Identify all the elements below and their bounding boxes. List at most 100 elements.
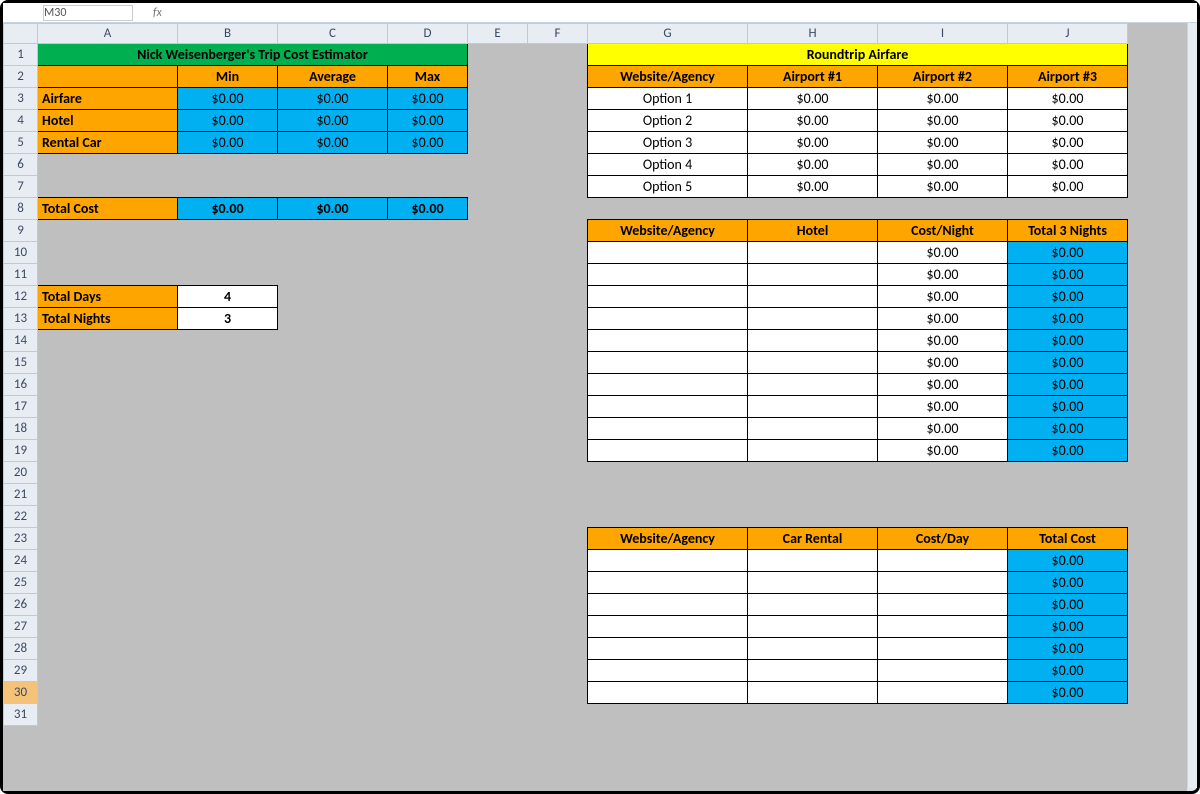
cell-I10[interactable]: $0.00 [878,242,1008,264]
cell-G17[interactable] [588,396,748,418]
cell-C21[interactable] [278,484,388,506]
cell-J31[interactable] [1008,704,1128,726]
cell-G16[interactable] [588,374,748,396]
cell-E31[interactable] [468,704,528,726]
cell-I16[interactable]: $0.00 [878,374,1008,396]
cell-F31[interactable] [528,704,588,726]
cell-A7[interactable] [38,176,178,198]
cell-G28[interactable] [588,638,748,660]
cell-I2[interactable]: Airport #2 [878,66,1008,88]
row-header-24[interactable]: 24 [4,550,38,572]
cell-J25[interactable]: $0.00 [1008,572,1128,594]
cell-B23[interactable] [178,528,278,550]
cell-A15[interactable] [38,352,178,374]
cell-A19[interactable] [38,440,178,462]
cell-H31[interactable] [748,704,878,726]
cell-H14[interactable] [748,330,878,352]
cell-D8[interactable]: $0.00 [388,198,468,220]
cell-C14[interactable] [278,330,388,352]
cell-A22[interactable] [38,506,178,528]
cell-D3[interactable]: $0.00 [388,88,468,110]
cell-D21[interactable] [388,484,468,506]
cell-F19[interactable] [528,440,588,462]
cell-C15[interactable] [278,352,388,374]
cell-H15[interactable] [748,352,878,374]
cell-G14[interactable] [588,330,748,352]
col-header-C[interactable]: C [278,24,388,44]
cell-G6[interactable]: Option 4 [588,154,748,176]
row-header-22[interactable]: 22 [4,506,38,528]
cell-H7[interactable]: $0.00 [748,176,878,198]
cell-F29[interactable] [528,660,588,682]
cell-C18[interactable] [278,418,388,440]
cell-I27[interactable] [878,616,1008,638]
cell-H29[interactable] [748,660,878,682]
cell-I11[interactable]: $0.00 [878,264,1008,286]
cell-H22[interactable] [748,506,878,528]
cell-B25[interactable] [178,572,278,594]
cell-D22[interactable] [388,506,468,528]
cell-I22[interactable] [878,506,1008,528]
row-header-9[interactable]: 9 [4,220,38,242]
cell-J21[interactable] [1008,484,1128,506]
row-header-5[interactable]: 5 [4,132,38,154]
cell-E30[interactable] [468,682,528,704]
cell-J12[interactable]: $0.00 [1008,286,1128,308]
cell-D27[interactable] [388,616,468,638]
cell-B29[interactable] [178,660,278,682]
cell-B11[interactable] [178,264,278,286]
cell-J11[interactable]: $0.00 [1008,264,1128,286]
cell-D19[interactable] [388,440,468,462]
cell-D10[interactable] [388,242,468,264]
cell-J30[interactable]: $0.00 [1008,682,1128,704]
cell-F7[interactable] [528,176,588,198]
cell-E28[interactable] [468,638,528,660]
cell-J7[interactable]: $0.00 [1008,176,1128,198]
cell-G29[interactable] [588,660,748,682]
cell-I6[interactable]: $0.00 [878,154,1008,176]
cell-J28[interactable]: $0.00 [1008,638,1128,660]
cell-H5[interactable]: $0.00 [748,132,878,154]
cell-A28[interactable] [38,638,178,660]
cell-E29[interactable] [468,660,528,682]
cell-C13[interactable] [278,308,388,330]
cell-C20[interactable] [278,462,388,484]
cell-G3[interactable]: Option 1 [588,88,748,110]
cell-J16[interactable]: $0.00 [1008,374,1128,396]
cell-H27[interactable] [748,616,878,638]
cell-H10[interactable] [748,242,878,264]
cell-H18[interactable] [748,418,878,440]
cell-A26[interactable] [38,594,178,616]
cell-G7[interactable]: Option 5 [588,176,748,198]
row-header-15[interactable]: 15 [4,352,38,374]
cell-D24[interactable] [388,550,468,572]
cell-D18[interactable] [388,418,468,440]
cell-H9[interactable]: Hotel [748,220,878,242]
cell-E5[interactable] [468,132,528,154]
cell-C24[interactable] [278,550,388,572]
cell-G23[interactable]: Website/Agency [588,528,748,550]
cell-B13[interactable]: 3 [178,308,278,330]
cell-B21[interactable] [178,484,278,506]
col-header-A[interactable]: A [38,24,178,44]
cell-E15[interactable] [468,352,528,374]
cell-E11[interactable] [468,264,528,286]
cell-B7[interactable] [178,176,278,198]
cell-B22[interactable] [178,506,278,528]
cell-I12[interactable]: $0.00 [878,286,1008,308]
cell-G13[interactable] [588,308,748,330]
row-header-23[interactable]: 23 [4,528,38,550]
cell-I30[interactable] [878,682,1008,704]
spreadsheet-grid[interactable]: ABCDEFGHIJ1Nick Weisenberger's Trip Cost… [3,23,1128,726]
cell-E8[interactable] [468,198,528,220]
col-header-I[interactable]: I [878,24,1008,44]
cell-C5[interactable]: $0.00 [278,132,388,154]
cell-F1[interactable] [528,44,588,66]
col-header-D[interactable]: D [388,24,468,44]
cell-F4[interactable] [528,110,588,132]
cell-H20[interactable] [748,462,878,484]
cell-H6[interactable]: $0.00 [748,154,878,176]
cell-D7[interactable] [388,176,468,198]
cell-I15[interactable]: $0.00 [878,352,1008,374]
row-header-11[interactable]: 11 [4,264,38,286]
